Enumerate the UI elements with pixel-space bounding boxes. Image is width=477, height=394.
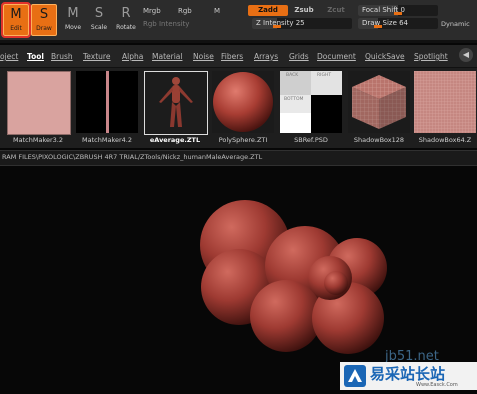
sbref-cell-back: BACK (280, 71, 311, 95)
matchmaker-strip (106, 71, 109, 133)
palette-menubar: oject Tool Brush Texture Alpha Material … (0, 45, 477, 68)
menu-item-quicksave[interactable]: QuickSave (365, 52, 405, 61)
chevron-left-icon[interactable]: ◀ (459, 48, 473, 62)
watermark-title: 易采站长站 (370, 365, 446, 383)
tool-label-matchmaker4: MatchMaker4.2 (82, 136, 132, 144)
rotate-icon: R (121, 6, 131, 21)
clay-sphere (250, 280, 322, 352)
tool-thumb-matchmaker3[interactable] (7, 71, 71, 135)
menu-item-texture[interactable]: Texture (83, 52, 110, 61)
scale-icon: S (94, 6, 104, 21)
tool-label-polysphere: PolySphere.ZTI (218, 136, 268, 144)
menu-item-material[interactable]: Material (152, 52, 182, 61)
draw-button[interactable]: S Draw (31, 4, 57, 36)
menu-item-arrays[interactable]: Arrays (254, 52, 278, 61)
focal-shift-knob[interactable] (394, 12, 402, 15)
menu-item-grids[interactable]: Grids (289, 52, 309, 61)
menu-item-project[interactable]: oject (0, 52, 18, 61)
z-intensity-slider[interactable]: Z Intensity 25 (252, 18, 352, 29)
menu-item-tool[interactable]: Tool (27, 52, 44, 61)
tool-thumb-human-male[interactable] (144, 71, 208, 135)
tool-label-matchmaker3: MatchMaker3.2 (13, 136, 63, 144)
m-button[interactable]: M (214, 7, 220, 15)
tool-thumb-shadowbox64[interactable] (414, 71, 476, 133)
draw-size-knob[interactable] (374, 25, 383, 28)
move-button[interactable]: M Move (61, 4, 85, 34)
watermark-logo-icon (344, 365, 366, 387)
mrgb-button[interactable]: Mrgb (143, 7, 161, 15)
draw-size-label: Draw Size 64 (362, 19, 409, 27)
tool-thumb-matchmaker4[interactable] (76, 71, 138, 133)
z-intensity-knob[interactable] (273, 25, 281, 28)
cube-icon (352, 75, 406, 129)
menu-item-alpha[interactable]: Alpha (122, 52, 143, 61)
scale-button[interactable]: S Scale (87, 4, 111, 34)
sbref-cell-right: RIGHT (311, 71, 342, 95)
draw-size-slider[interactable]: Draw Size 64 (358, 18, 438, 29)
menu-item-noise[interactable]: Noise (193, 52, 214, 61)
rotate-button[interactable]: R Rotate (114, 4, 138, 34)
draw-icon: S (39, 7, 49, 22)
sbref-cell-black (311, 95, 342, 133)
sbref-cell-bottom: BOTTOM (280, 95, 311, 113)
focal-shift-slider[interactable]: Focal Shift 0 (358, 5, 438, 16)
edit-icon: M (10, 7, 22, 22)
top-toolbar: M Edit S Draw M Move S Scale R Rotate Mr… (0, 0, 477, 41)
tool-thumbnail-shelf: MatchMaker3.2 MatchMaker4.2 eAverage.ZTL (0, 68, 477, 148)
zsub-button[interactable]: Zsub (286, 5, 322, 16)
toolbar-separator (0, 40, 477, 43)
zadd-button[interactable]: Zadd (248, 5, 288, 16)
menu-item-fibers[interactable]: Fibers (221, 52, 243, 61)
sphere-icon (213, 72, 273, 132)
edit-button[interactable]: M Edit (1, 2, 31, 38)
tool-thumb-polysphere[interactable] (212, 71, 274, 133)
watermark-badge: 易采站长站 Www.Easck.Com (340, 362, 477, 390)
clay-sphere (324, 271, 348, 295)
file-path-text: RAM FILES\PIXOLOGIC\ZBRUSH 4R7 TRIAL/ZTo… (2, 153, 263, 161)
tool-label-shadowbox128: ShadowBox128 (353, 136, 405, 144)
watermark-subtitle: Www.Easck.Com (416, 382, 458, 388)
human-figure-icon (159, 77, 193, 127)
rgb-button[interactable]: Rgb (178, 7, 192, 15)
menu-item-brush[interactable]: Brush (51, 52, 73, 61)
tool-label-shadowbox64: ShadowBox64.Z (418, 136, 472, 144)
dynamic-button[interactable]: Dynamic (441, 20, 470, 28)
file-path-bar: RAM FILES\PIXOLOGIC\ZBRUSH 4R7 TRIAL/ZTo… (0, 150, 477, 166)
menu-item-document[interactable]: Document (317, 52, 356, 61)
grid-texture-icon (414, 71, 476, 133)
move-icon: M (67, 6, 79, 21)
tool-label-human-male: eAverage.ZTL (149, 136, 201, 144)
tool-thumb-sbref[interactable]: BACK RIGHT BOTTOM (280, 71, 342, 133)
menu-item-spotlight[interactable]: Spotlight (414, 52, 448, 61)
tool-label-sbref: SBRef.PSD (294, 136, 328, 144)
zcut-button[interactable]: Zcut (322, 5, 350, 16)
tool-thumb-shadowbox128[interactable] (348, 71, 410, 133)
rgb-intensity-slider[interactable]: Rgb Intensity (143, 20, 189, 28)
